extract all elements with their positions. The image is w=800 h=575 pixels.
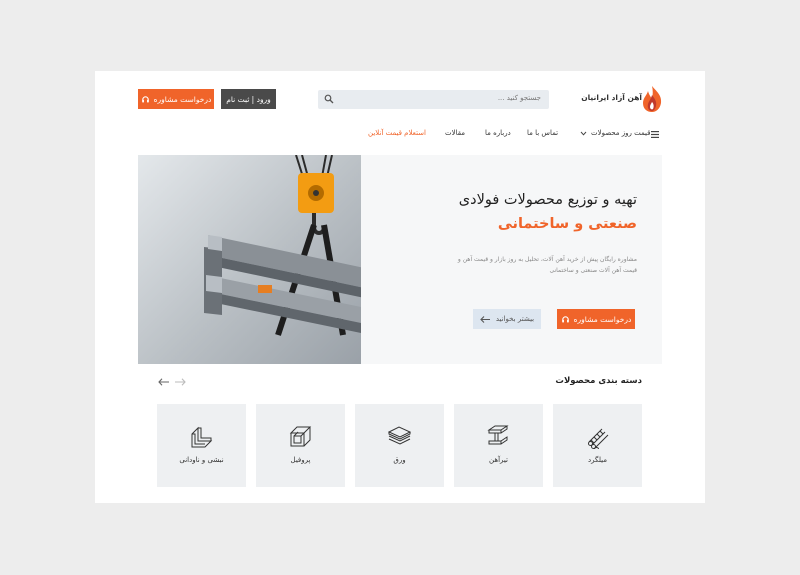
- brand-name: آهن آزاد ایرانیان: [581, 93, 642, 102]
- chevron-down-icon[interactable]: [580, 130, 587, 137]
- login-register-label: ورود | ثبت نام: [226, 94, 271, 104]
- categories-section: دسته بندی محصولات میلگرد تیرآهن ورق پروف…: [138, 364, 662, 503]
- hero-image: [138, 155, 361, 364]
- category-card-ibeam[interactable]: تیرآهن: [454, 404, 543, 487]
- hero-consult-button[interactable]: درخواست مشاوره: [557, 309, 635, 329]
- flame-logo-icon[interactable]: [641, 85, 663, 113]
- hero-banner: تهیه و توزیع محصولات فولادی صنعتی و ساخت…: [138, 155, 662, 364]
- category-card-rebar[interactable]: میلگرد: [553, 404, 642, 487]
- hero-title: تهیه و توزیع محصولات فولادی: [458, 192, 637, 208]
- arrow-left-icon: [480, 315, 490, 323]
- search-icon[interactable]: [324, 94, 334, 104]
- category-card-sheet[interactable]: ورق: [355, 404, 444, 487]
- categories-title: دسته بندی محصولات: [555, 376, 642, 386]
- arrow-right-icon[interactable]: [175, 378, 186, 386]
- profile-icon: [289, 426, 312, 447]
- category-label: نبشی و ناودانی: [179, 456, 224, 464]
- steel-beams-crane-icon: [204, 155, 361, 336]
- ibeam-icon: [487, 425, 509, 445]
- headset-icon: [561, 315, 569, 322]
- hero-consult-label: درخواست مشاوره: [573, 314, 632, 324]
- category-card-profile[interactable]: پروفیل: [256, 404, 345, 487]
- arrow-left-icon[interactable]: [158, 378, 169, 386]
- sheet-icon: [387, 426, 412, 445]
- category-label: پروفیل: [290, 456, 311, 464]
- headset-icon: [141, 95, 149, 102]
- hero-title-highlight: صنعتی و ساختمانی: [497, 216, 637, 232]
- login-register-button[interactable]: ورود | ثبت نام: [221, 89, 276, 109]
- nav-item-contact[interactable]: تماس با ما: [527, 129, 558, 137]
- consult-request-button[interactable]: درخواست مشاوره: [138, 89, 214, 109]
- read-more-button[interactable]: بیشتر بخوانید: [473, 309, 541, 329]
- rebar-icon: [588, 428, 609, 449]
- nav-item-about[interactable]: درباره ما: [485, 129, 511, 137]
- consult-request-label: درخواست مشاوره: [153, 94, 212, 104]
- category-label: ورق: [393, 456, 406, 464]
- nav-item-articles[interactable]: مقالات: [445, 129, 465, 137]
- hero-description: مشاوره رایگان پیش از خرید آهن آلات، تحلی…: [457, 256, 637, 274]
- category-label: تیرآهن: [489, 456, 508, 464]
- page-card: درخواست مشاوره ورود | ثبت نام جستجو کنید…: [95, 71, 705, 503]
- nav-item-daily-prices[interactable]: قیمت روز محصولات: [591, 129, 651, 137]
- read-more-label: بیشتر بخوانید: [495, 315, 535, 323]
- category-card-angle[interactable]: نبشی و ناودانی: [157, 404, 246, 487]
- nav-item-online-inquiry[interactable]: استعلام قیمت آنلاین: [368, 129, 426, 137]
- menu-icon[interactable]: [651, 131, 659, 138]
- category-label: میلگرد: [587, 456, 608, 464]
- search-input[interactable]: جستجو کنید ...: [318, 90, 549, 109]
- search-placeholder: جستجو کنید ...: [497, 94, 541, 102]
- angle-icon: [191, 426, 213, 448]
